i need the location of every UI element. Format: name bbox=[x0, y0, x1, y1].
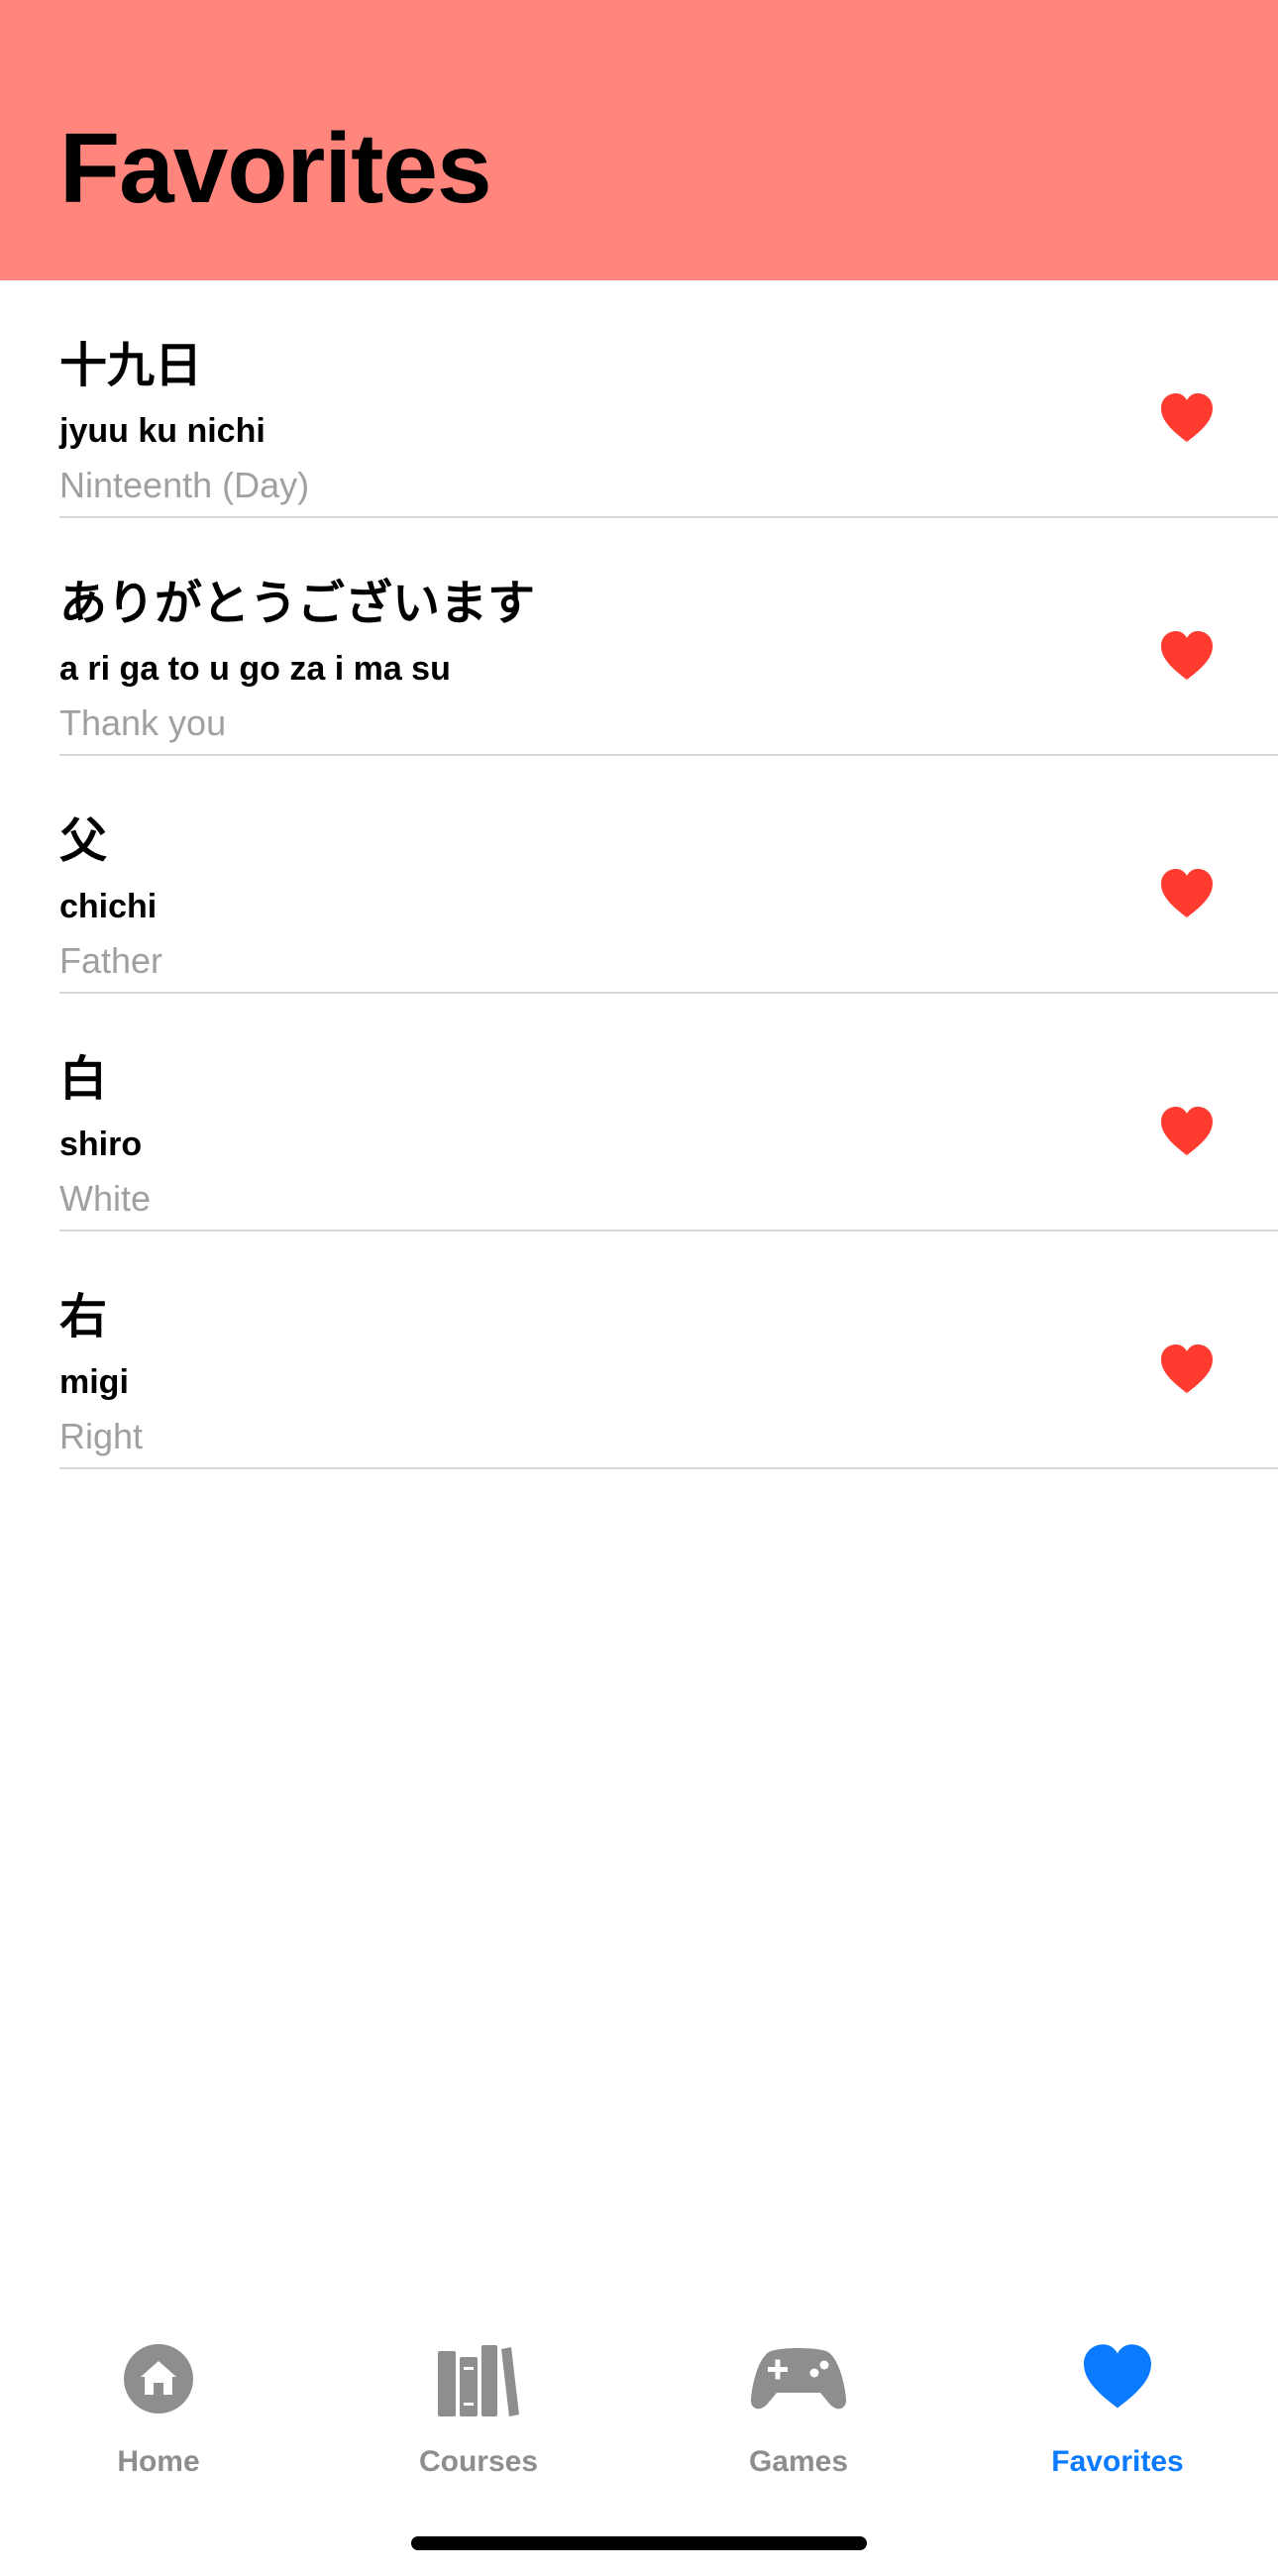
heart-icon[interactable] bbox=[1159, 392, 1215, 444]
kanji-text: 十九日 bbox=[59, 338, 203, 393]
tab-label: Games bbox=[748, 2445, 849, 2478]
meaning-text: Thank you bbox=[59, 702, 227, 743]
header: Favorites bbox=[0, 0, 1278, 280]
gamecontroller-icon bbox=[750, 2348, 847, 2410]
tab-label: Home bbox=[117, 2445, 200, 2478]
tab-label: Favorites bbox=[1051, 2445, 1184, 2478]
meaning-text: Right bbox=[59, 1416, 144, 1456]
tab-favorites[interactable]: Favorites bbox=[1018, 2343, 1217, 2482]
books-icon bbox=[438, 2345, 519, 2416]
heart-icon[interactable] bbox=[1159, 1343, 1215, 1395]
tab-games[interactable]: Games bbox=[699, 2343, 898, 2482]
tab-label: Courses bbox=[418, 2445, 539, 2478]
tab-courses[interactable]: Courses bbox=[379, 2343, 578, 2482]
heart-icon bbox=[1084, 2344, 1151, 2409]
heart-icon[interactable] bbox=[1159, 1106, 1215, 1157]
house-icon bbox=[124, 2344, 193, 2414]
home-indicator[interactable] bbox=[411, 2536, 867, 2550]
list-item[interactable]: 右 migi Right bbox=[0, 1232, 1278, 1469]
list-item[interactable]: 十九日 jyuu ku nichi Ninteenth (Day) bbox=[0, 280, 1278, 518]
favorites-list: 十九日 jyuu ku nichi Ninteenth (Day) ありがとうご… bbox=[0, 280, 1278, 1469]
romaji-text: jyuu ku nichi bbox=[59, 412, 266, 450]
kanji-text: 父 bbox=[59, 813, 108, 869]
heart-icon[interactable] bbox=[1159, 868, 1215, 919]
kanji-text: 右 bbox=[59, 1289, 108, 1344]
kanji-text: ありがとうございます bbox=[59, 576, 536, 631]
tab-home[interactable]: Home bbox=[59, 2343, 258, 2482]
romaji-text: shiro bbox=[59, 1126, 143, 1163]
kanji-text: 白 bbox=[59, 1051, 108, 1107]
meaning-text: Father bbox=[59, 940, 163, 981]
page-title: Favorites bbox=[59, 113, 492, 224]
list-item[interactable]: 白 shiro White bbox=[0, 994, 1278, 1232]
heart-icon[interactable] bbox=[1159, 630, 1215, 682]
meaning-text: White bbox=[59, 1178, 152, 1219]
romaji-text: a ri ga to u go za i ma su bbox=[59, 650, 451, 688]
divider bbox=[59, 1467, 1278, 1469]
romaji-text: migi bbox=[59, 1363, 129, 1401]
romaji-text: chichi bbox=[59, 888, 158, 925]
meaning-text: Ninteenth (Day) bbox=[59, 465, 310, 505]
list-item[interactable]: 父 chichi Father bbox=[0, 756, 1278, 994]
list-item[interactable]: ありがとうございます a ri ga to u go za i ma su Th… bbox=[0, 518, 1278, 756]
